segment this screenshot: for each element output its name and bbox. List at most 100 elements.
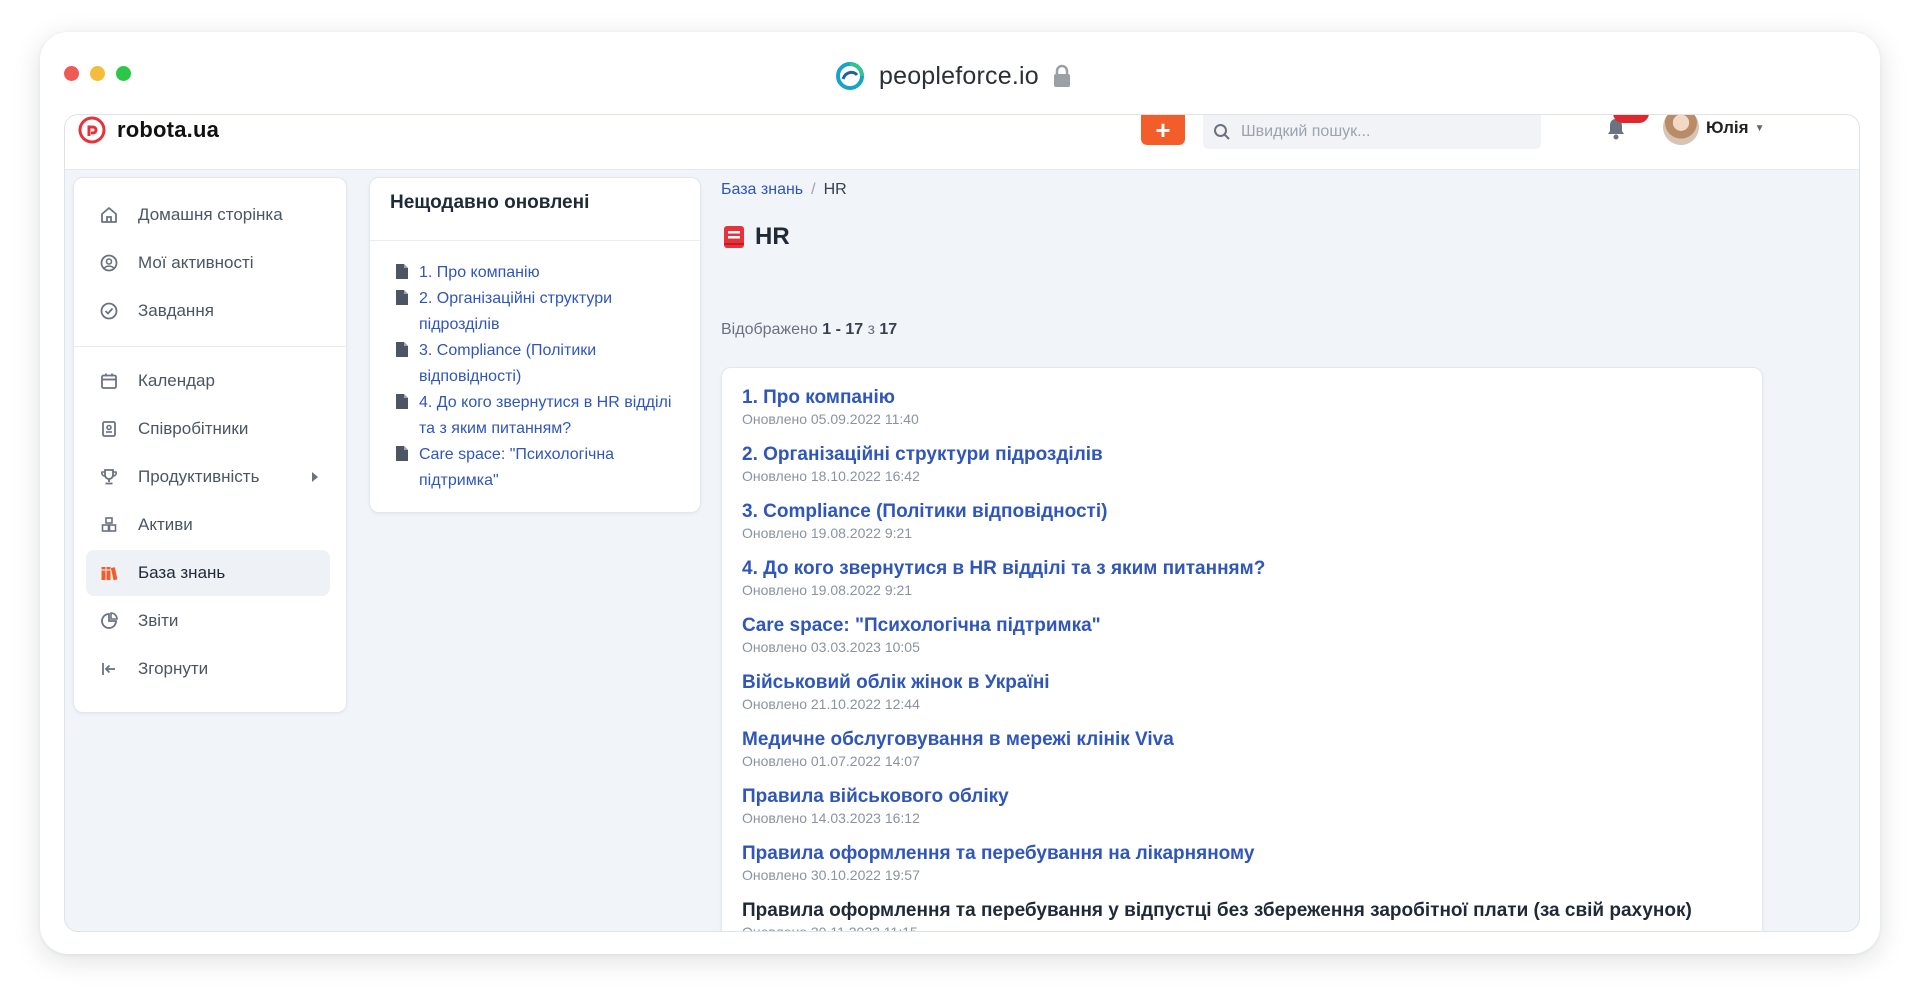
- article-updated: Оновлено 18.10.2022 16:42: [742, 468, 920, 484]
- article-title-link[interactable]: Військовий облік жінок в Україні: [742, 671, 1050, 695]
- article-updated: Оновлено 01.07.2022 14:07: [742, 753, 920, 769]
- sidebar-item-reports[interactable]: Звіти: [86, 598, 330, 644]
- recent-item-link[interactable]: 3. Compliance (Політики відповідності): [419, 338, 686, 390]
- check-circle-icon: [98, 300, 120, 322]
- sidebar-item-home[interactable]: Домашня сторінка: [86, 192, 330, 238]
- caret-down-icon: ▼: [1754, 122, 1765, 134]
- sidebar-item-my-activities[interactable]: Мої активності: [86, 240, 330, 286]
- sidebar-item-label: Продуктивність: [138, 467, 260, 486]
- recent-item: 4. До кого звернутися в HR відділі та з …: [396, 390, 686, 442]
- trophy-icon: [98, 466, 120, 488]
- sidebar-item-label: Співробітники: [138, 419, 249, 438]
- close-window-button[interactable]: [64, 66, 79, 81]
- sidebar: Домашня сторінка Мої активності Завдання: [73, 177, 347, 713]
- app-frame: robota.ua + Юлія ▼: [64, 114, 1860, 932]
- recently-updated-list: 1. Про компанію 2. Організаційні структу…: [396, 260, 686, 494]
- article-title-link[interactable]: 4. До кого звернутися в HR відділі та з …: [742, 557, 1265, 581]
- breadcrumb-knowledge-base-link[interactable]: База знань: [721, 181, 803, 198]
- chevron-right-icon: [312, 472, 318, 482]
- article-item: Правила військового обліку Оновлено 14.0…: [742, 785, 1009, 827]
- sidebar-item-assets[interactable]: Активи: [86, 502, 330, 548]
- article-updated: Оновлено 21.10.2022 12:44: [742, 696, 920, 712]
- panel-divider: [370, 240, 700, 241]
- books-icon: [98, 562, 120, 584]
- browser-window: peopleforce.io robota.ua + Швидкий пошук…: [40, 32, 1880, 954]
- sidebar-item-knowledge-base[interactable]: База знань: [86, 550, 330, 596]
- article-updated: Оновлено 05.09.2022 11:40: [742, 411, 919, 427]
- recent-item-link[interactable]: 1. Про компанію: [419, 260, 540, 286]
- address-bar[interactable]: peopleforce.io: [835, 56, 1071, 96]
- sidebar-item-collapse[interactable]: Згорнути: [86, 646, 330, 692]
- sidebar-item-tasks[interactable]: Завдання: [86, 288, 330, 334]
- article-updated: Оновлено 14.03.2023 16:12: [742, 810, 920, 826]
- add-button[interactable]: +: [1141, 115, 1185, 145]
- article-title-link[interactable]: 3. Compliance (Політики відповідності): [742, 500, 1107, 524]
- document-icon: [396, 290, 408, 305]
- document-icon: [396, 394, 408, 409]
- top-bar: robota.ua + Юлія ▼: [65, 115, 1859, 170]
- article-title-link[interactable]: Правила оформлення та перебування у відп…: [742, 899, 1692, 923]
- breadcrumb: База знань / HR: [721, 181, 847, 199]
- article-updated: Оновлено 19.08.2022 9:21: [742, 582, 913, 598]
- window-controls: [64, 66, 131, 81]
- calendar-icon: [98, 370, 120, 392]
- page-title-text: HR: [755, 223, 790, 250]
- article-updated: Оновлено 30.10.2022 19:57: [742, 867, 920, 883]
- search-icon: [1214, 124, 1230, 140]
- recently-updated-panel: Нещодавно оновлені 1. Про компанію 2. Ор…: [369, 177, 701, 513]
- article-updated: Оновлено 30.11.2022 11:15: [742, 924, 918, 932]
- user-avatar[interactable]: [1661, 115, 1701, 147]
- sidebar-item-label: Активи: [138, 515, 193, 534]
- peopleforce-logo-icon: [836, 62, 864, 90]
- maximize-window-button[interactable]: [116, 66, 131, 81]
- article-item: Медичне обслуговування в мережі клінік V…: [742, 728, 1174, 770]
- sidebar-item-label: Мої активності: [138, 253, 254, 272]
- document-icon: [396, 446, 408, 461]
- minimize-window-button[interactable]: [90, 66, 105, 81]
- article-item: 4. До кого звернутися в HR відділі та з …: [742, 557, 1265, 599]
- sidebar-item-productivity[interactable]: Продуктивність: [86, 454, 330, 500]
- sidebar-item-label: Згорнути: [138, 659, 209, 678]
- sidebar-item-label: База знань: [138, 563, 226, 582]
- sidebar-item-label: Домашня сторінка: [138, 205, 283, 224]
- recent-item: 1. Про компанію: [396, 260, 686, 286]
- brand[interactable]: robota.ua: [77, 115, 219, 145]
- article-item: Care space: "Психологічна підтримка" Оно…: [742, 614, 1101, 656]
- user-menu[interactable]: Юлія ▼: [1706, 115, 1764, 141]
- results-count-prefix: Відображено: [721, 321, 818, 338]
- recent-item-link[interactable]: 2. Організаційні структури підрозділів: [419, 286, 686, 338]
- article-title-link[interactable]: 1. Про компанію: [742, 386, 919, 410]
- sidebar-item-employees[interactable]: Співробітники: [86, 406, 330, 452]
- results-count-of: з: [867, 321, 875, 338]
- document-icon: [396, 342, 408, 357]
- recent-item: 2. Організаційні структури підрозділів: [396, 286, 686, 338]
- notification-badge: [1613, 115, 1649, 123]
- recently-updated-title: Нещодавно оновлені: [390, 192, 590, 213]
- article-title-link[interactable]: Медичне обслуговування в мережі клінік V…: [742, 728, 1174, 752]
- recent-item: 3. Compliance (Політики відповідності): [396, 338, 686, 390]
- article-updated: Оновлено 03.03.2023 10:05: [742, 639, 920, 655]
- results-count: Відображено 1 - 17 з 17: [721, 321, 897, 339]
- article-title-link[interactable]: Правила оформлення та перебування на лік…: [742, 842, 1254, 866]
- article-title-link[interactable]: 2. Організаційні структури підрозділів: [742, 443, 1103, 467]
- article-title-link[interactable]: Care space: "Психологічна підтримка": [742, 614, 1101, 638]
- sidebar-divider: [74, 346, 346, 347]
- document-icon: [396, 264, 408, 279]
- pie-chart-icon: [98, 610, 120, 632]
- user-name: Юлія: [1706, 118, 1749, 137]
- recent-item-link[interactable]: 4. До кого звернутися в HR відділі та з …: [419, 390, 686, 442]
- recent-item-link[interactable]: Care space: "Психологічна підтримка": [419, 442, 686, 494]
- quick-search[interactable]: [1203, 115, 1541, 149]
- sidebar-item-label: Календар: [138, 371, 215, 390]
- robota-logo-icon: [78, 116, 106, 144]
- articles-list: 1. Про компанію Оновлено 05.09.2022 11:4…: [721, 367, 1763, 932]
- boxes-icon: [98, 514, 120, 536]
- user-circle-icon: [98, 252, 120, 274]
- article-title-link[interactable]: Правила військового обліку: [742, 785, 1009, 809]
- breadcrumb-current: HR: [823, 181, 847, 198]
- results-count-range: 1 - 17: [822, 321, 864, 338]
- article-item: Правила оформлення та перебування у відп…: [742, 899, 1692, 932]
- search-input[interactable]: [1239, 122, 1523, 142]
- sidebar-item-calendar[interactable]: Календар: [86, 358, 330, 404]
- collapse-icon: [98, 658, 120, 680]
